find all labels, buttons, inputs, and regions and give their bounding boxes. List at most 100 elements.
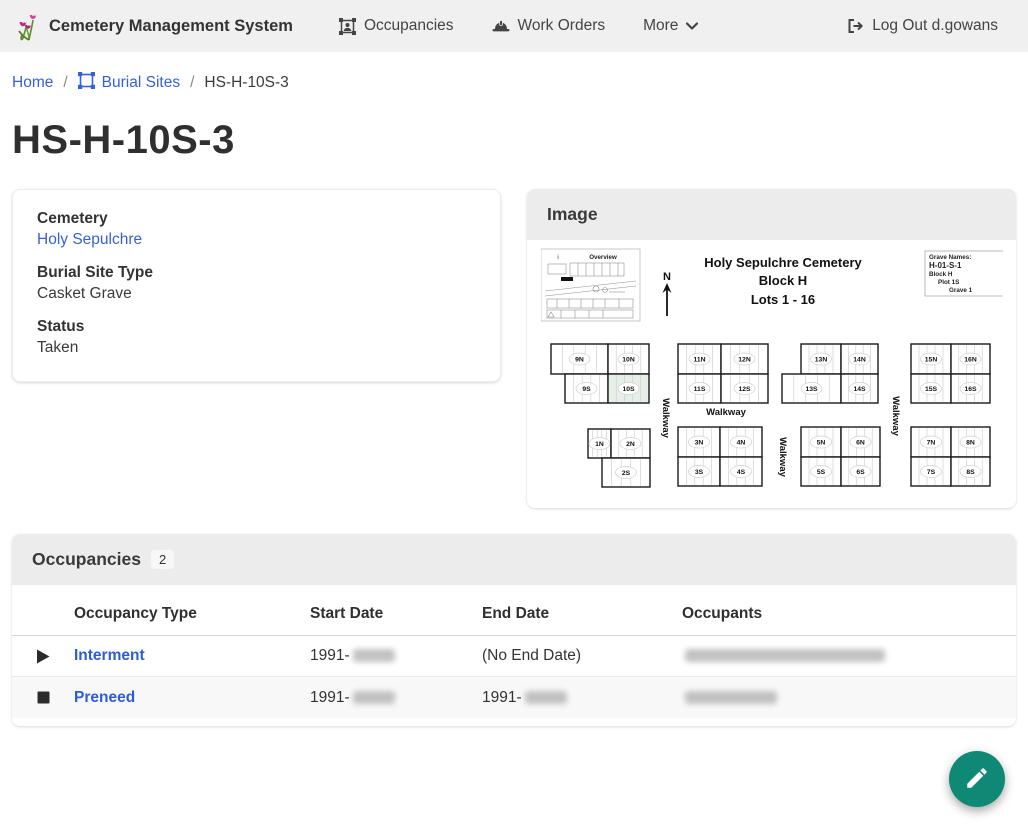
hard-hat-icon: [492, 19, 510, 34]
cemetery-link[interactable]: Holy Sepulchre: [37, 231, 142, 248]
redacted-start-date: [353, 691, 395, 704]
svg-text:Block H: Block H: [929, 271, 953, 278]
column-header-end-date: End Date: [482, 591, 682, 635]
header-spacer: [12, 600, 74, 626]
burial-sites-icon: [78, 72, 95, 94]
start-date-cell: 1991-: [310, 689, 482, 707]
plot-cell-label: 8S: [966, 469, 975, 476]
breadcrumb-burial-sites-link[interactable]: Burial Sites: [78, 72, 180, 94]
end-date-cell: 1991-: [482, 689, 682, 707]
breadcrumb-current: HS-H-10S-3: [204, 74, 288, 92]
plot-cell-label: 8N: [966, 439, 975, 446]
plot-cell-label: 14N: [853, 356, 866, 363]
occupancies-table: Occupancy Type Start Date End Date Occup…: [12, 585, 1016, 726]
pencil-icon: [964, 765, 990, 794]
plot-cell-label: 5S: [816, 469, 825, 476]
breadcrumb-burial-sites-label: Burial Sites: [102, 74, 180, 92]
nav-item-more[interactable]: More: [629, 0, 712, 52]
image-card: Image Overview i: [527, 189, 1016, 508]
plot-map-image[interactable]: Overview i: [541, 244, 1003, 494]
column-header-start-date: Start Date: [310, 591, 482, 635]
end-date-cell: (No End Date): [482, 647, 682, 665]
occupancies-icon: [339, 18, 356, 35]
logout-icon: [846, 18, 864, 34]
nav-item-label: Occupancies: [364, 17, 454, 35]
redacted-occupants: [685, 691, 777, 704]
field-value: Taken: [37, 339, 476, 357]
field-label: Burial Site Type: [37, 264, 476, 282]
field-status: Status Taken: [37, 318, 476, 357]
plot-cell-label: 16S: [964, 386, 977, 393]
column-header-occupancy-type: Occupancy Type: [74, 591, 310, 635]
plot-cell-label: 2N: [626, 441, 635, 448]
tulip-logo-icon: [16, 11, 40, 41]
plot-cell-label: 9N: [575, 356, 584, 363]
field-label: Cemetery: [37, 210, 476, 228]
plot-cell-label: 4N: [736, 439, 745, 446]
walkway-label: Walkway: [706, 407, 746, 418]
plot-cell-label: 9S: [582, 386, 591, 393]
nav-item-label: Work Orders: [518, 17, 606, 35]
nav-item-work-orders[interactable]: Work Orders: [478, 0, 620, 52]
plot-cell-label: 15S: [924, 386, 937, 393]
start-date-cell: 1991-: [310, 647, 482, 665]
plot-cell-label: 15N: [924, 356, 937, 363]
table-row: Interment 1991-(No End Date): [12, 636, 1016, 677]
table-header-row: Occupancy Type Start Date End Date Occup…: [12, 591, 1016, 636]
occupancy-type-link[interactable]: Preneed: [74, 689, 135, 706]
plot-cell-label: 12S: [738, 386, 751, 393]
plot-cell-label: 6N: [856, 439, 865, 446]
plot-cell-label: 10N: [622, 356, 635, 363]
plot-cell-label: 3S: [694, 469, 703, 476]
svg-text:Grave 1: Grave 1: [949, 287, 973, 294]
stop-icon-cell: [12, 690, 74, 705]
field-value: Casket Grave: [37, 285, 476, 303]
edit-fab-button[interactable]: [949, 751, 1005, 807]
svg-text:H-01-S-1: H-01-S-1: [929, 261, 962, 270]
plot-cell-label: 4S: [736, 469, 745, 476]
details-card: Cemetery Holy Sepulchre Burial Site Type…: [12, 189, 501, 382]
chevron-down-icon: [686, 22, 698, 30]
nav-item-logout[interactable]: Log Out d.gowans: [832, 0, 1012, 52]
occupancies-header: Occupancies 2: [12, 534, 1016, 585]
play-icon-cell: [12, 649, 74, 664]
brand[interactable]: Cemetery Management System: [16, 11, 293, 41]
plot-cell-label: 7S: [926, 469, 935, 476]
redacted-end-date: [525, 691, 567, 704]
grave-names-legend: Grave Names: H-01-S-1 Block H Plot 1S Gr…: [925, 251, 1003, 296]
occupants-cell: [682, 689, 1016, 707]
occupancy-type-link[interactable]: Interment: [74, 647, 145, 664]
walkway-label: Walkway: [890, 396, 901, 436]
svg-text:N: N: [663, 271, 671, 283]
field-burial-site-type: Burial Site Type Casket Grave: [37, 264, 476, 303]
map-title-line1: Holy Sepulchre Cemetery: [704, 255, 862, 270]
plot-cell-label: 6S: [856, 469, 865, 476]
play-icon: [36, 649, 51, 664]
occupancies-title: Occupancies: [32, 549, 141, 570]
map-title-line3: Lots 1 - 16: [750, 292, 814, 307]
plot-cell-label: 2S: [621, 470, 630, 477]
redacted-occupants: [685, 649, 885, 662]
breadcrumb-home-link[interactable]: Home: [12, 74, 53, 92]
map-title-line2: Block H: [758, 273, 806, 288]
occupancy-type-cell: Interment: [74, 647, 310, 665]
occupants-cell: [682, 647, 1016, 665]
breadcrumb: Home / Burial Sites / HS-H-10S-3: [0, 52, 1028, 108]
plot-cell-label: 11N: [693, 356, 705, 363]
cards-row: Cemetery Holy Sepulchre Burial Site Type…: [12, 189, 1016, 508]
column-header-occupants: Occupants: [682, 591, 1016, 635]
top-navbar: Cemetery Management System Occupancies W: [0, 0, 1028, 52]
field-label: Status: [37, 318, 476, 336]
occupancy-type-cell: Preneed: [74, 689, 310, 707]
plot-cell-label: 11S: [693, 386, 705, 393]
table-row: Preneed 1991-1991-: [12, 677, 1016, 718]
nav-item-occupancies[interactable]: Occupancies: [325, 0, 468, 52]
occupancies-count-badge: 2: [151, 550, 174, 569]
image-card-body: Overview i: [527, 240, 1016, 508]
plot-cell-label: 16N: [964, 356, 977, 363]
plot-cell-label: 10S: [622, 386, 635, 393]
stop-icon: [36, 690, 51, 705]
breadcrumb-separator: /: [63, 74, 67, 92]
overview-thumbnail: Overview i: [541, 249, 640, 321]
plot-cell-label: 7N: [926, 439, 935, 446]
